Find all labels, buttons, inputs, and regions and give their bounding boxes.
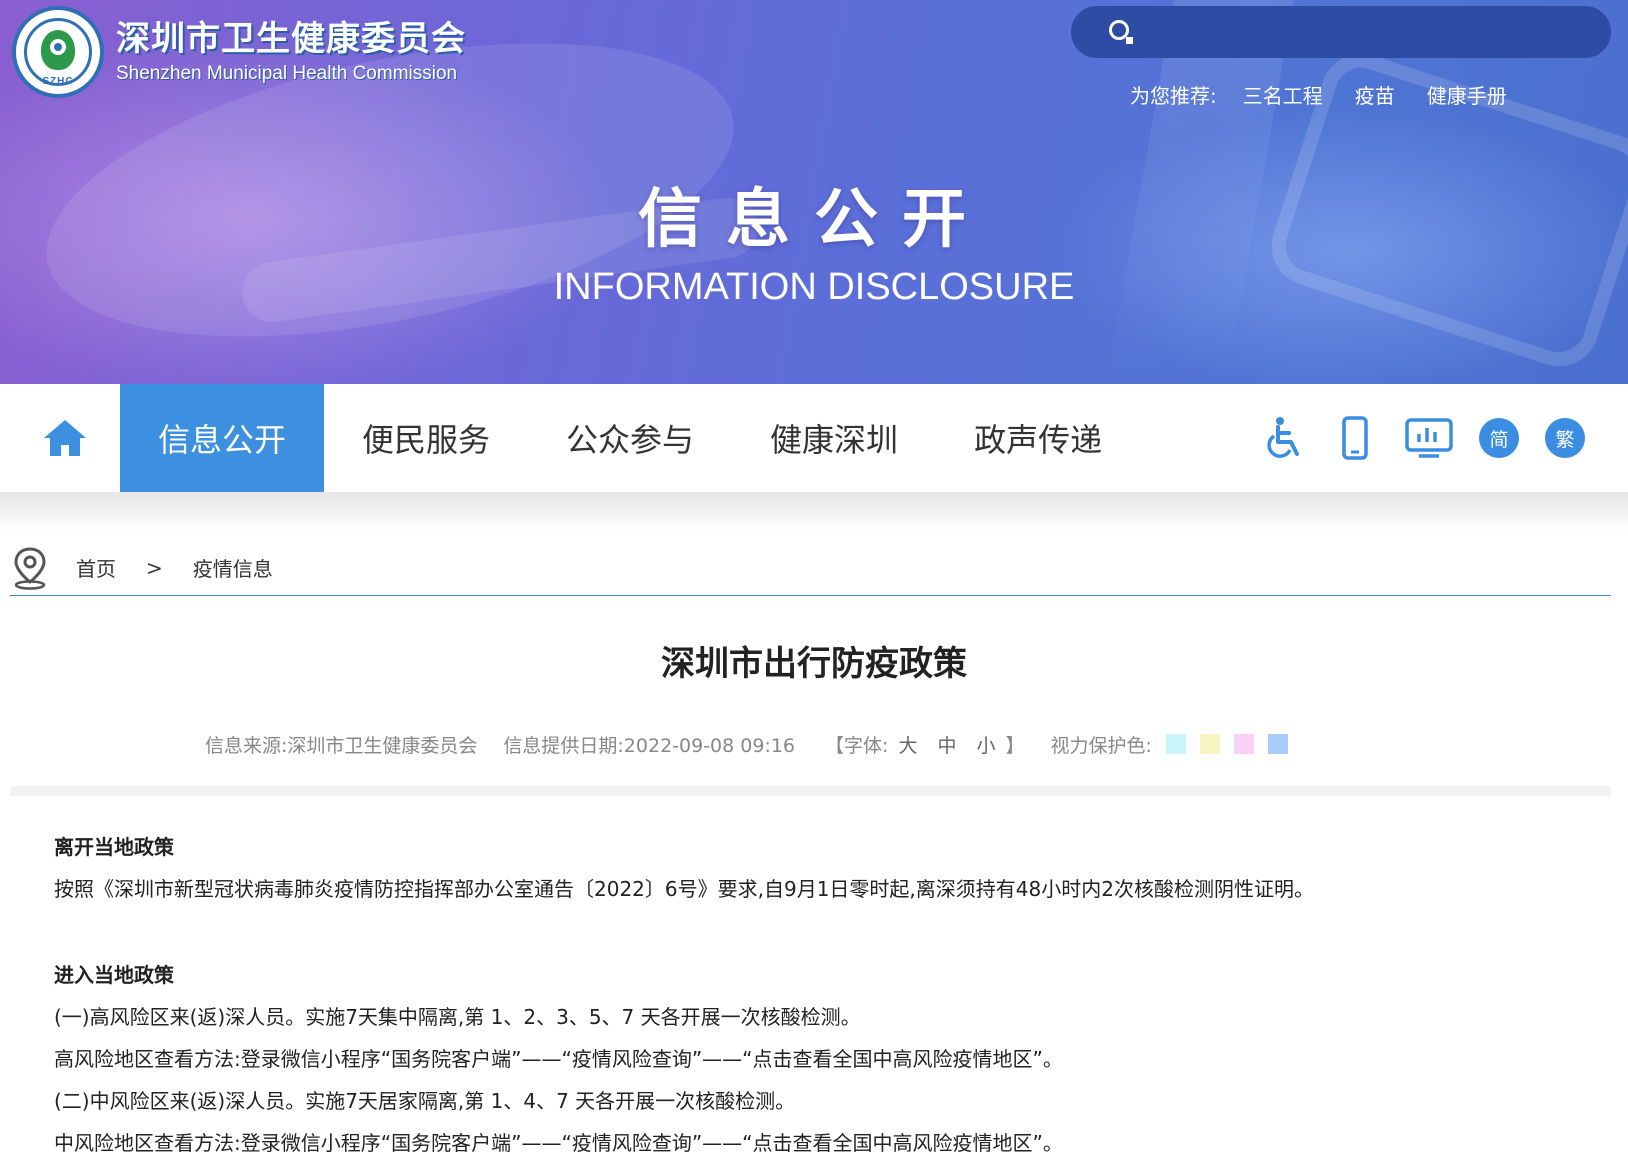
- breadcrumb: 首页 > 疫情信息: [10, 540, 1611, 596]
- simplified-label: 简: [1479, 418, 1519, 458]
- section-heading: 进入当地政策: [54, 963, 174, 987]
- emblem-icon: SZHC: [12, 6, 104, 98]
- nav-item-public-participation[interactable]: 公众参与: [528, 384, 732, 492]
- recommend-link-sanming[interactable]: 三名工程: [1243, 80, 1323, 109]
- article-source: 信息来源:深圳市卫生健康委员会: [205, 734, 478, 757]
- location-pin-icon: [14, 546, 46, 590]
- section-heading: 离开当地政策: [54, 835, 174, 859]
- article-meta: 信息来源:深圳市卫生健康委员会 信息提供日期:2022-09-08 09:16 …: [205, 728, 1288, 760]
- eye-care-label: 视力保护色:: [1050, 734, 1152, 757]
- traditional-label: 繁: [1545, 418, 1585, 458]
- content-divider: [10, 786, 1611, 796]
- wheelchair-icon: [1267, 417, 1299, 458]
- font-size-small[interactable]: 小: [976, 731, 995, 758]
- main-nav: 信息公开 便民服务 公众参与 健康深圳 政声传递 简 繁: [0, 384, 1628, 492]
- font-size-label: 【字体:: [825, 734, 889, 757]
- emblem-abbr: SZHC: [42, 76, 74, 87]
- mobile-phone-icon: [1342, 416, 1368, 460]
- nav-shadow: [0, 492, 1628, 532]
- breadcrumb-home[interactable]: 首页: [76, 553, 116, 582]
- recommend-bar: 为您推荐: 三名工程 疫苗 健康手册: [1130, 80, 1539, 109]
- font-size-close: 】: [1005, 734, 1025, 757]
- article-date: 信息提供日期:2022-09-08 09:16: [503, 734, 796, 757]
- article-title: 深圳市出行防疫政策: [661, 644, 967, 684]
- traditional-chinese-button[interactable]: 繁: [1545, 418, 1585, 458]
- simplified-chinese-button[interactable]: 简: [1479, 418, 1519, 458]
- nav-item-government-voice[interactable]: 政声传递: [936, 384, 1140, 492]
- recommend-label: 为您推荐:: [1130, 84, 1217, 108]
- eye-care-swatch-cyan[interactable]: [1165, 734, 1186, 754]
- nav-item-healthy-shenzhen[interactable]: 健康深圳: [732, 384, 936, 492]
- search-icon[interactable]: [1107, 18, 1135, 46]
- chart-icon: [1405, 418, 1453, 458]
- eye-care-swatch-blue[interactable]: [1267, 734, 1288, 754]
- font-size-large[interactable]: 大: [898, 731, 917, 758]
- home-icon[interactable]: [40, 416, 90, 460]
- paragraph: (一)高风险区来(返)深人员。实施7天集中隔离,第 1、2、3、5、7 天各开展…: [54, 1005, 861, 1029]
- nav-item-info-disclosure[interactable]: 信息公开: [120, 384, 325, 492]
- eye-care-swatch-yellow[interactable]: [1199, 734, 1220, 754]
- paragraph: 中风险地区查看方法:登录微信小程序“国务院客户端”——“疫情风险查询”——“点击…: [54, 1131, 1063, 1155]
- article-body: 离开当地政策 按照《深圳市新型冠状病毒肺炎疫情防控指挥部办公室通告〔2022〕6…: [54, 826, 1574, 1164]
- breadcrumb-separator: >: [146, 555, 163, 580]
- section-title-en: INFORMATION DISCLOSURE: [553, 266, 1075, 308]
- recommend-link-handbook[interactable]: 健康手册: [1427, 80, 1507, 109]
- search-bar[interactable]: [1071, 6, 1611, 58]
- site-logo[interactable]: SZHC 深圳市卫生健康委员会 Shenzhen Municipal Healt…: [12, 6, 466, 98]
- header-banner: SZHC 深圳市卫生健康委员会 Shenzhen Municipal Healt…: [0, 0, 1628, 384]
- mobile-version-button[interactable]: [1331, 416, 1379, 460]
- eye-care-swatch-pink[interactable]: [1233, 734, 1254, 754]
- paragraph: 高风险地区查看方法:登录微信小程序“国务院客户端”——“疫情风险查询”——“点击…: [54, 1047, 1063, 1071]
- font-size-medium[interactable]: 中: [937, 731, 956, 758]
- breadcrumb-current[interactable]: 疫情信息: [193, 553, 273, 582]
- section-title-cn: 信息公开: [638, 182, 990, 257]
- accessibility-button[interactable]: [1265, 416, 1305, 460]
- paragraph: (二)中风险区来(返)深人员。实施7天居家隔离,第 1、4、7 天各开展一次核酸…: [54, 1089, 796, 1113]
- org-name-cn: 深圳市卫生健康委员会: [116, 19, 466, 59]
- nav-item-public-service[interactable]: 便民服务: [324, 384, 528, 492]
- paragraph: 按照《深圳市新型冠状病毒肺炎疫情防控指挥部办公室通告〔2022〕6号》要求,自9…: [54, 877, 1314, 901]
- org-name-en: Shenzhen Municipal Health Commission: [116, 63, 458, 84]
- search-input[interactable]: [1151, 16, 1591, 48]
- recommend-link-vaccine[interactable]: 疫苗: [1355, 80, 1395, 109]
- data-view-button[interactable]: [1405, 416, 1453, 460]
